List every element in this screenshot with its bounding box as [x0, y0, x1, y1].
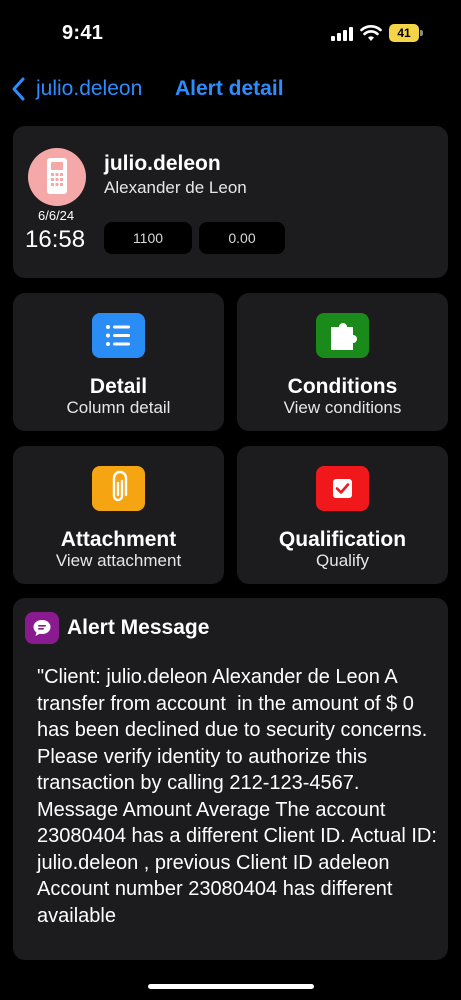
- battery-level: 41: [389, 24, 419, 42]
- puzzle-icon: [331, 323, 357, 350]
- checkbox-icon: [333, 479, 352, 498]
- tile-title: Attachment: [60, 528, 177, 551]
- back-button[interactable]: julio.deleon: [36, 77, 142, 101]
- qualification-tile[interactable]: Qualification Qualify: [237, 446, 448, 584]
- tile-subtitle: Qualify: [316, 551, 369, 570]
- page-title: Alert detail: [175, 77, 284, 100]
- attachment-tile[interactable]: Attachment View attachment: [13, 446, 224, 584]
- status-time: 9:41: [62, 22, 104, 44]
- message-title: Alert Message: [67, 616, 210, 639]
- home-indicator[interactable]: [148, 984, 314, 989]
- avatar: [28, 148, 86, 206]
- value-pill: 1100: [104, 222, 192, 254]
- tile-icon-bg: [316, 313, 369, 358]
- tile-title: Detail: [89, 375, 148, 398]
- tile-icon-bg: [92, 466, 145, 511]
- message-icon-bg: [25, 612, 59, 644]
- paperclip-icon: [112, 470, 128, 502]
- tile-subtitle: View conditions: [283, 398, 402, 417]
- tile-title: Conditions: [287, 375, 398, 398]
- status-bar: 9:41 41: [0, 0, 461, 62]
- message-body: "Client: julio.deleon Alexander de Leon …: [37, 666, 443, 927]
- tile-subtitle: Column detail: [66, 398, 171, 417]
- wifi-icon: [360, 25, 382, 41]
- detail-tile[interactable]: Detail Column detail: [13, 293, 224, 431]
- chat-bubble-icon: [33, 620, 51, 636]
- user-full-name: Alexander de Leon: [104, 178, 247, 197]
- nav-bar: julio.deleon Alert detail: [0, 62, 461, 118]
- chevron-left-icon[interactable]: [10, 76, 28, 102]
- screen: 9:41 41 julio.deleon Alert detail 6/6/24…: [0, 0, 461, 1000]
- alert-date: 6/6/24: [38, 208, 75, 223]
- tile-title: Qualification: [278, 528, 407, 551]
- alert-time: 16:58: [25, 226, 86, 253]
- list-icon: [106, 325, 130, 346]
- alert-header-card: 6/6/24 16:58 julio.deleon Alexander de L…: [13, 126, 448, 278]
- tile-icon-bg: [316, 466, 369, 511]
- user-name: julio.deleon: [104, 152, 221, 175]
- battery-icon: 41: [389, 24, 423, 42]
- signal-icon: [331, 27, 353, 41]
- tile-subtitle: View attachment: [55, 551, 182, 570]
- conditions-tile[interactable]: Conditions View conditions: [237, 293, 448, 431]
- amount-pill: 0.00: [199, 222, 285, 254]
- alert-message-card: Alert Message "Client: julio.deleon Alex…: [13, 598, 448, 960]
- card-terminal-icon: [47, 158, 67, 194]
- tile-icon-bg: [92, 313, 145, 358]
